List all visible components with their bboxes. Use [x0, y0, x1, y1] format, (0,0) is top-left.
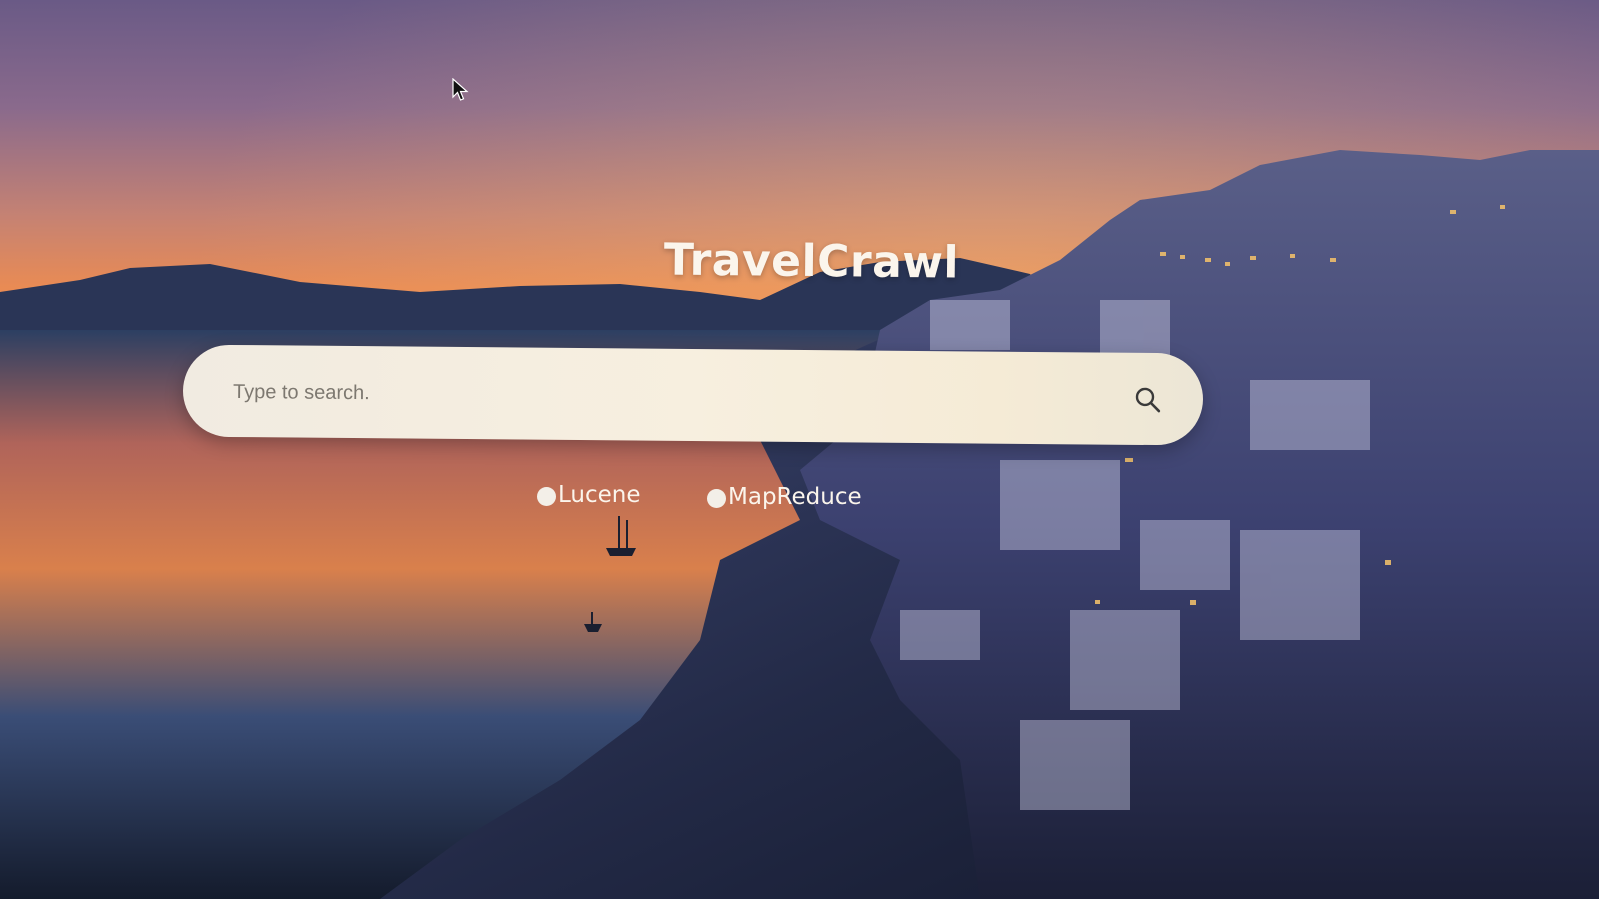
search-input[interactable] [230, 368, 1096, 423]
search-icon[interactable] [1133, 385, 1163, 415]
option-lucene[interactable]: Lucene [537, 482, 641, 508]
option-mapreduce[interactable]: MapReduce [707, 484, 862, 510]
mouse-cursor-icon [452, 78, 469, 101]
search-bar[interactable] [182, 344, 1204, 446]
option-label: MapReduce [728, 484, 862, 510]
app-screen: TravelCrawl Lucene MapReduce [0, 0, 1599, 899]
background-photo [0, 0, 1599, 899]
option-label: Lucene [558, 482, 641, 508]
radio-dot-icon[interactable] [707, 489, 726, 508]
search-engine-options: Lucene MapReduce [0, 480, 1599, 520]
radio-dot-icon[interactable] [537, 487, 556, 506]
